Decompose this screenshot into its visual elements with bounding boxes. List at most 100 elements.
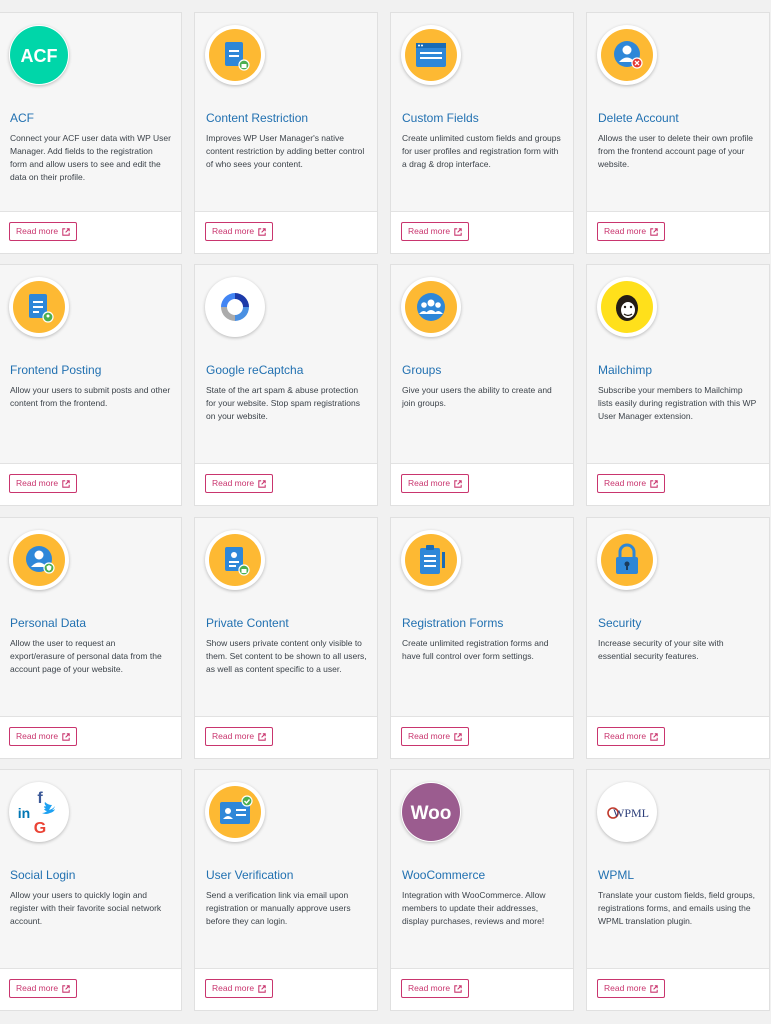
- external-link-icon: [650, 984, 658, 993]
- read-more-label: Read more: [212, 226, 255, 236]
- read-more-label: Read more: [604, 731, 647, 741]
- extension-description: Create unlimited custom fields and group…: [402, 133, 561, 169]
- extension-title[interactable]: Mailchimp: [598, 363, 652, 377]
- read-more-button[interactable]: Read more: [401, 979, 470, 998]
- clipboard-form-icon: [401, 530, 461, 590]
- extension-title[interactable]: Private Content: [206, 616, 289, 630]
- read-more-button[interactable]: Read more: [401, 727, 470, 746]
- extension-title[interactable]: Registration Forms: [402, 616, 503, 630]
- extension-title[interactable]: User Verification: [206, 868, 293, 882]
- linkedin-logo-text: in: [18, 805, 30, 821]
- card-footer: Read more: [195, 716, 377, 758]
- read-more-label: Read more: [16, 478, 59, 488]
- read-more-button[interactable]: Read more: [9, 727, 78, 746]
- read-more-label: Read more: [212, 983, 255, 993]
- extension-card-google-recaptcha: Google reCaptcha State of the art spam & …: [194, 264, 378, 506]
- extension-card-acf: ACF ACF Connect your ACF user data with WP…: [0, 12, 182, 254]
- extension-description: Allow your users to quickly login and re…: [10, 890, 162, 926]
- read-more-label: Read more: [408, 226, 451, 236]
- card-body: Personal Data Allow the user to request a…: [0, 518, 181, 718]
- external-link-icon: [454, 984, 462, 993]
- extension-card-security: Security Increase security of your site w…: [586, 517, 770, 759]
- card-body: WPML WPML Translate your custom fields, fi…: [587, 770, 769, 970]
- external-link-icon: [258, 732, 266, 741]
- card-footer: Read more: [391, 211, 573, 253]
- external-link-icon: [62, 479, 70, 488]
- extension-title[interactable]: WooCommerce: [402, 868, 485, 882]
- extension-title[interactable]: Content Restriction: [206, 111, 308, 125]
- extension-title[interactable]: WPML: [598, 868, 634, 882]
- extension-description: State of the art spam & abuse protection…: [206, 385, 361, 421]
- extension-description: Connect your ACF user data with WP User …: [10, 133, 171, 182]
- card-body: f in G Social Login Allow your users to quic…: [0, 770, 181, 970]
- extension-title[interactable]: Security: [598, 616, 641, 630]
- read-more-button[interactable]: Read more: [205, 979, 274, 998]
- read-more-label: Read more: [604, 983, 647, 993]
- read-more-label: Read more: [408, 983, 451, 993]
- extension-title[interactable]: Social Login: [10, 868, 75, 882]
- read-more-button[interactable]: Read more: [597, 474, 666, 493]
- extension-card-registration-forms: Registration Forms Create unlimited regis…: [390, 517, 574, 759]
- read-more-button[interactable]: Read more: [205, 727, 274, 746]
- acf-icon: ACF: [9, 25, 69, 85]
- card-footer: Read more: [391, 716, 573, 758]
- extension-title[interactable]: Frontend Posting: [10, 363, 101, 377]
- padlock-icon: [597, 530, 657, 590]
- extension-card-social-login: f in G Social Login Allow your users to quic…: [0, 769, 182, 1011]
- card-body: Private Content Show users private conten…: [195, 518, 377, 718]
- extension-description: Allow your users to submit posts and oth…: [10, 385, 171, 408]
- extension-title[interactable]: Personal Data: [10, 616, 86, 630]
- card-footer: Read more: [0, 463, 181, 505]
- card-footer: Read more: [587, 463, 769, 505]
- extension-title[interactable]: ACF: [10, 111, 34, 125]
- extension-card-custom-fields: Custom Fields Create unlimited custom fie…: [390, 12, 574, 254]
- read-more-button[interactable]: Read more: [597, 222, 666, 241]
- extension-description: Improves WP User Manager's native conten…: [206, 133, 365, 169]
- read-more-button[interactable]: Read more: [401, 474, 470, 493]
- external-link-icon: [258, 227, 266, 236]
- read-more-label: Read more: [16, 226, 59, 236]
- read-more-button[interactable]: Read more: [9, 979, 78, 998]
- card-body: Custom Fields Create unlimited custom fie…: [391, 13, 573, 213]
- external-link-icon: [62, 732, 70, 741]
- read-more-button[interactable]: Read more: [205, 222, 274, 241]
- locked-document-icon: [205, 25, 265, 85]
- external-link-icon: [258, 479, 266, 488]
- group-users-icon: [401, 277, 461, 337]
- read-more-label: Read more: [408, 478, 451, 488]
- read-more-button[interactable]: Read more: [9, 474, 78, 493]
- extension-card-mailchimp: Mailchimp Subscribe your members to Mailc…: [586, 264, 770, 506]
- card-footer: Read more: [391, 968, 573, 1010]
- extension-description: Create unlimited registration forms and …: [402, 638, 549, 661]
- read-more-button[interactable]: Read more: [597, 727, 666, 746]
- extension-card-delete-account: Delete Account Allows the user to delete …: [586, 12, 770, 254]
- read-more-button[interactable]: Read more: [205, 474, 274, 493]
- read-more-label: Read more: [604, 478, 647, 488]
- google-logo-text: G: [34, 820, 46, 837]
- extension-title[interactable]: Delete Account: [598, 111, 679, 125]
- card-footer: Read more: [195, 463, 377, 505]
- read-more-label: Read more: [16, 983, 59, 993]
- read-more-button[interactable]: Read more: [597, 979, 666, 998]
- read-more-button[interactable]: Read more: [401, 222, 470, 241]
- external-link-icon: [454, 227, 462, 236]
- extension-card-content-restriction: Content Restriction Improves WP User Mana…: [194, 12, 378, 254]
- form-window-icon: [401, 25, 461, 85]
- extension-title[interactable]: Google reCaptcha: [206, 363, 303, 377]
- extension-description: Increase security of your site with esse…: [598, 638, 724, 661]
- read-more-label: Read more: [604, 226, 647, 236]
- card-body: Google reCaptcha State of the art spam & …: [195, 265, 377, 465]
- card-body: Groups Give your users the ability to cre…: [391, 265, 573, 465]
- wpml-logo-text: WPML: [613, 806, 649, 820]
- extension-title[interactable]: Groups: [402, 363, 441, 377]
- external-link-icon: [650, 479, 658, 488]
- woocommerce-logo-text: Woo: [411, 803, 452, 824]
- card-body: Security Increase security of your site w…: [587, 518, 769, 718]
- external-link-icon: [258, 984, 266, 993]
- card-footer: Read more: [195, 968, 377, 1010]
- extension-description: Allow the user to request an export/eras…: [10, 638, 162, 674]
- extension-title[interactable]: Custom Fields: [402, 111, 479, 125]
- user-document-icon: [9, 277, 69, 337]
- read-more-button[interactable]: Read more: [9, 222, 78, 241]
- mailchimp-icon: [597, 277, 657, 337]
